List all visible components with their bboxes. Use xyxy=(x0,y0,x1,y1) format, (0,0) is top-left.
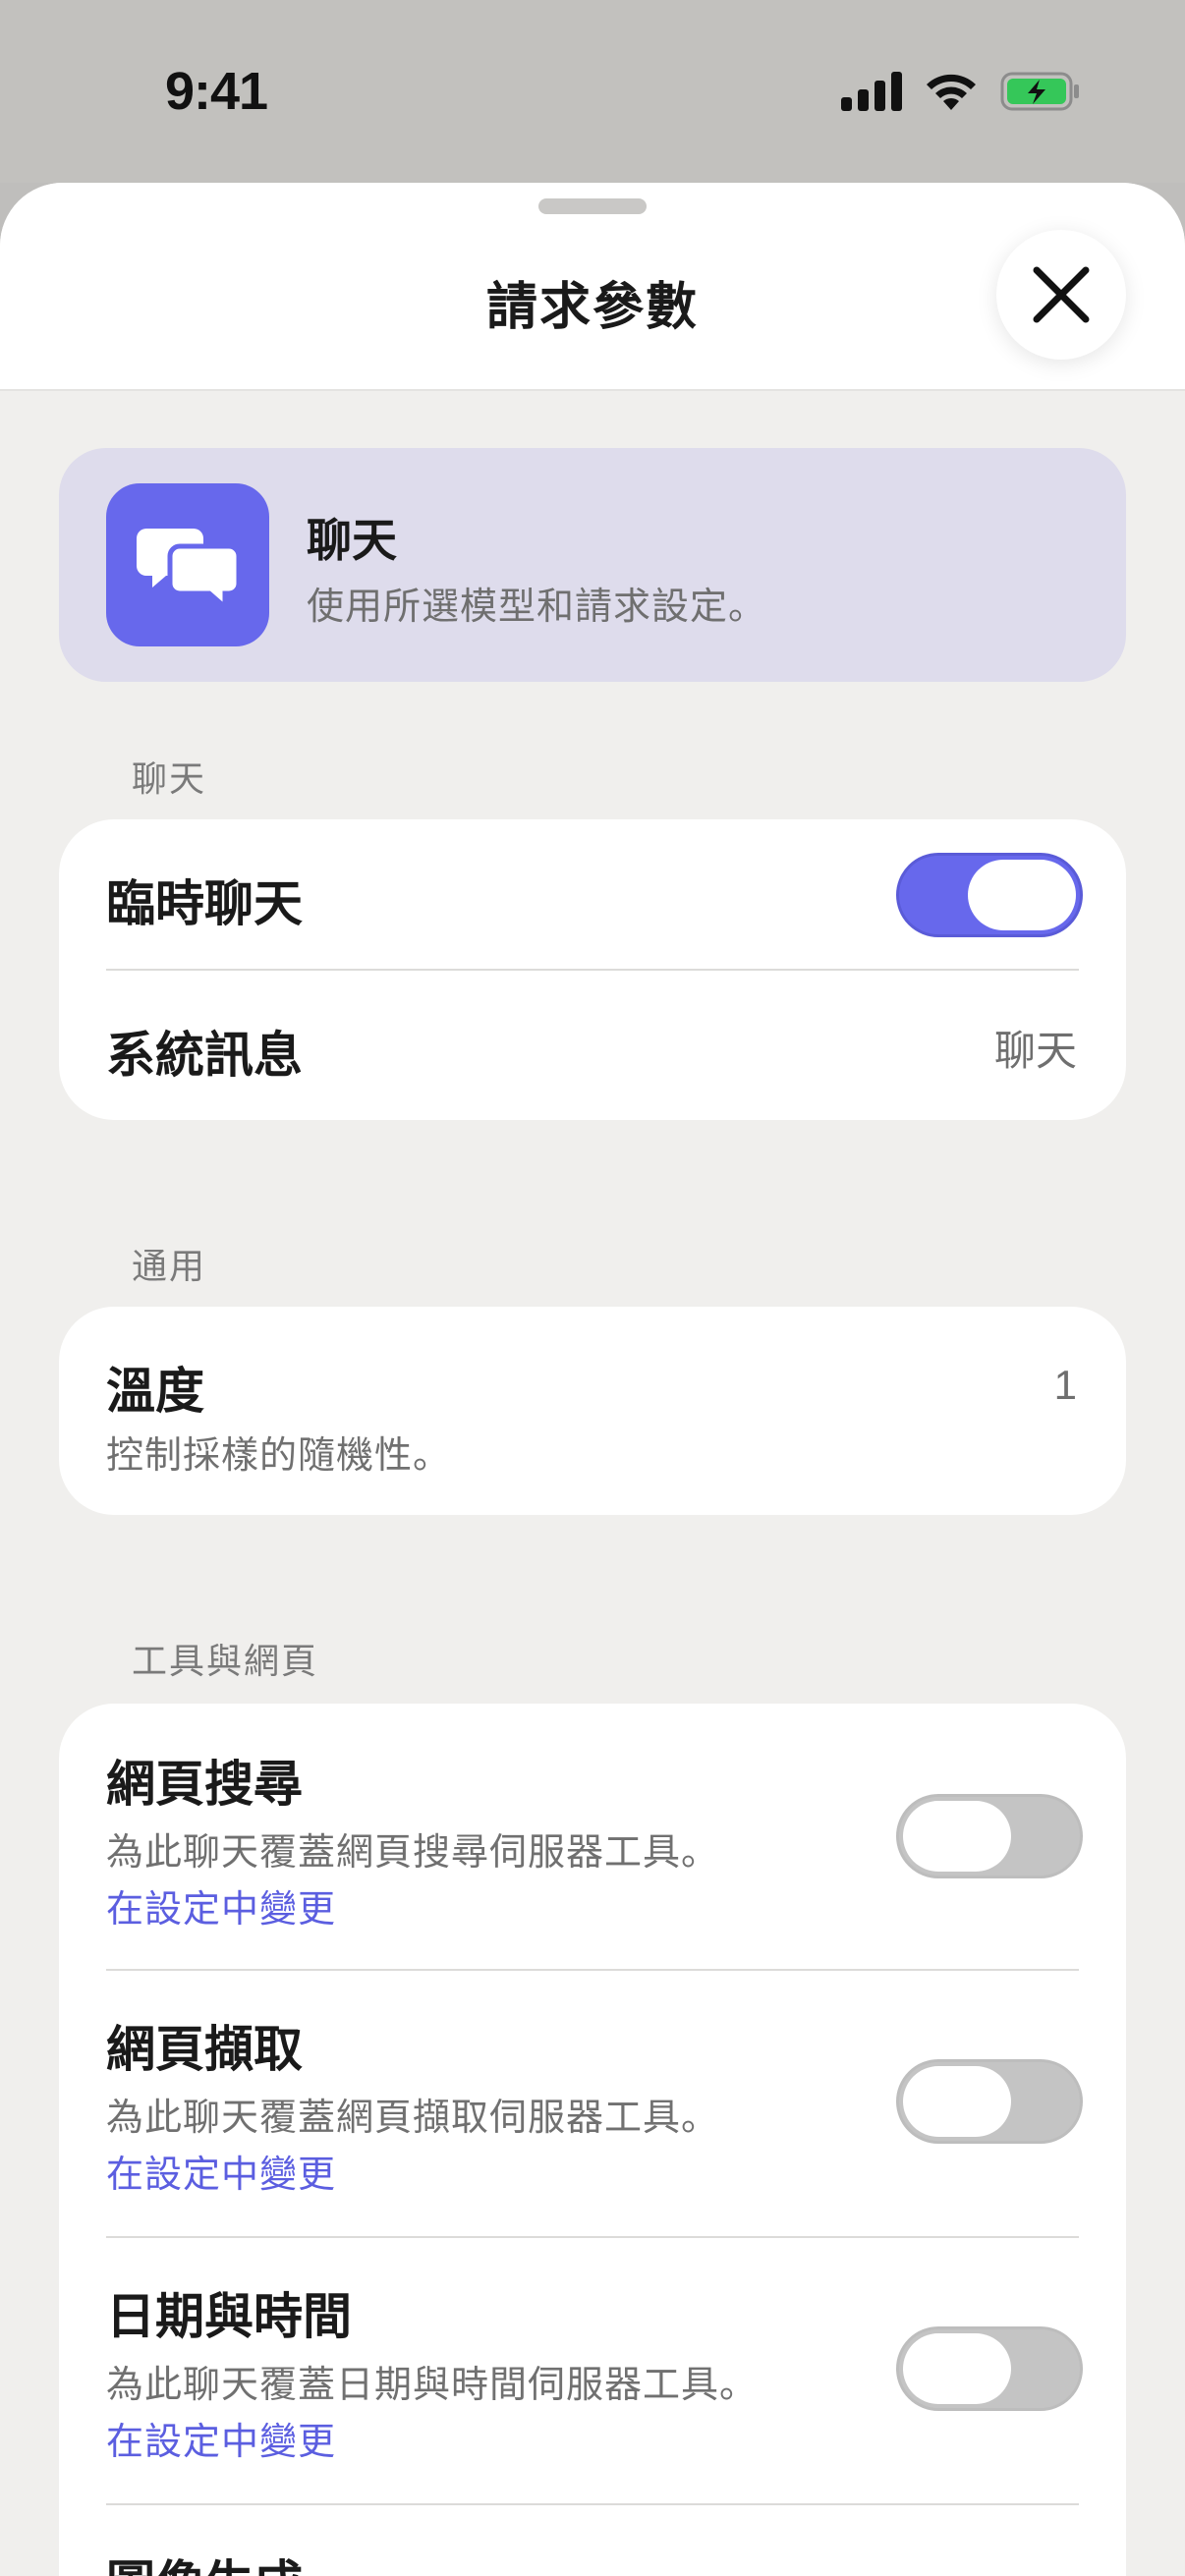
system-message-value: 聊天 xyxy=(993,1028,1077,1074)
wifi-icon xyxy=(927,74,976,110)
toggle-knob xyxy=(903,2333,1011,2404)
status-time: 9:41 xyxy=(165,62,268,121)
web-search-settings-link[interactable]: 在設定中變更 xyxy=(106,1878,336,1932)
chat-bubbles-icon xyxy=(106,483,269,646)
web-search-description: 為此聊天覆蓋網頁搜尋伺服器工具。 xyxy=(106,1832,720,1874)
date-time-toggle[interactable] xyxy=(896,2326,1083,2411)
toggle-knob xyxy=(903,2066,1011,2137)
date-time-row[interactable]: 日期與時間 為此聊天覆蓋日期與時間伺服器工具。 在設定中變更 xyxy=(59,2238,1126,2503)
temperature-value: 1 xyxy=(1053,1362,1077,1408)
temperature-description: 控制採樣的隨機性。 xyxy=(106,1435,452,1477)
date-time-label: 日期與時間 xyxy=(106,2289,352,2344)
web-fetch-description: 為此聊天覆蓋網頁擷取伺服器工具。 xyxy=(106,2098,720,2139)
close-x-icon xyxy=(1033,266,1090,323)
tools-settings-card: 網頁搜尋 為此聊天覆蓋網頁搜尋伺服器工具。 在設定中變更 網頁擷取 為此聊天覆蓋… xyxy=(59,1704,1126,2576)
system-message-row[interactable]: 系統訊息 聊天 xyxy=(59,971,1126,1120)
system-message-label: 系統訊息 xyxy=(106,1028,303,1083)
section-label-tools: 工具與網頁 xyxy=(132,1641,319,1681)
status-bar: 9:41 xyxy=(0,0,1185,183)
web-search-label: 網頁搜尋 xyxy=(106,1757,303,1812)
temperature-label: 溫度 xyxy=(106,1364,204,1419)
web-fetch-settings-link[interactable]: 在設定中變更 xyxy=(106,2144,336,2198)
cellular-signal-icon xyxy=(841,72,902,111)
close-button[interactable] xyxy=(996,230,1126,360)
web-search-toggle[interactable] xyxy=(896,1794,1083,1878)
section-label-chat: 聊天 xyxy=(132,758,207,799)
web-fetch-toggle[interactable] xyxy=(896,2059,1083,2144)
temperature-row[interactable]: 溫度 控制採樣的隨機性。 1 xyxy=(59,1307,1126,1515)
image-generation-row[interactable]: 圖像生成 xyxy=(59,2505,1126,2576)
battery-charging-icon xyxy=(1000,72,1079,111)
web-fetch-label: 網頁擷取 xyxy=(106,2022,303,2077)
banner-subtitle: 使用所選模型和請求設定。 xyxy=(307,587,767,628)
sheet-grabber[interactable] xyxy=(538,198,647,214)
chat-settings-card: 臨時聊天 系統訊息 聊天 xyxy=(59,819,1126,1120)
date-time-description: 為此聊天覆蓋日期與時間伺服器工具。 xyxy=(106,2365,759,2406)
toggle-knob xyxy=(968,860,1076,930)
chat-mode-banner[interactable]: 聊天 使用所選模型和請求設定。 xyxy=(59,448,1126,682)
temporary-chat-toggle[interactable] xyxy=(896,853,1083,937)
toggle-knob xyxy=(903,1801,1011,1872)
web-search-row[interactable]: 網頁搜尋 為此聊天覆蓋網頁搜尋伺服器工具。 在設定中變更 xyxy=(59,1704,1126,1969)
temporary-chat-label: 臨時聊天 xyxy=(106,876,303,931)
section-label-general: 通用 xyxy=(132,1246,207,1286)
general-settings-card: 溫度 控制採樣的隨機性。 1 xyxy=(59,1307,1126,1515)
image-generation-label: 圖像生成 xyxy=(106,2545,303,2576)
web-fetch-row[interactable]: 網頁擷取 為此聊天覆蓋網頁擷取伺服器工具。 在設定中變更 xyxy=(59,1971,1126,2236)
status-icons xyxy=(841,71,1081,112)
banner-title: 聊天 xyxy=(307,515,397,566)
date-time-settings-link[interactable]: 在設定中變更 xyxy=(106,2411,336,2465)
sheet-header: 請求參數 xyxy=(0,183,1185,391)
temporary-chat-row[interactable]: 臨時聊天 xyxy=(59,819,1126,969)
request-parameters-sheet: 請求參數 聊天 使用所選模型和請求設定。 聊天 臨時聊天 系統訊息 聊天 通用 … xyxy=(0,183,1185,2576)
